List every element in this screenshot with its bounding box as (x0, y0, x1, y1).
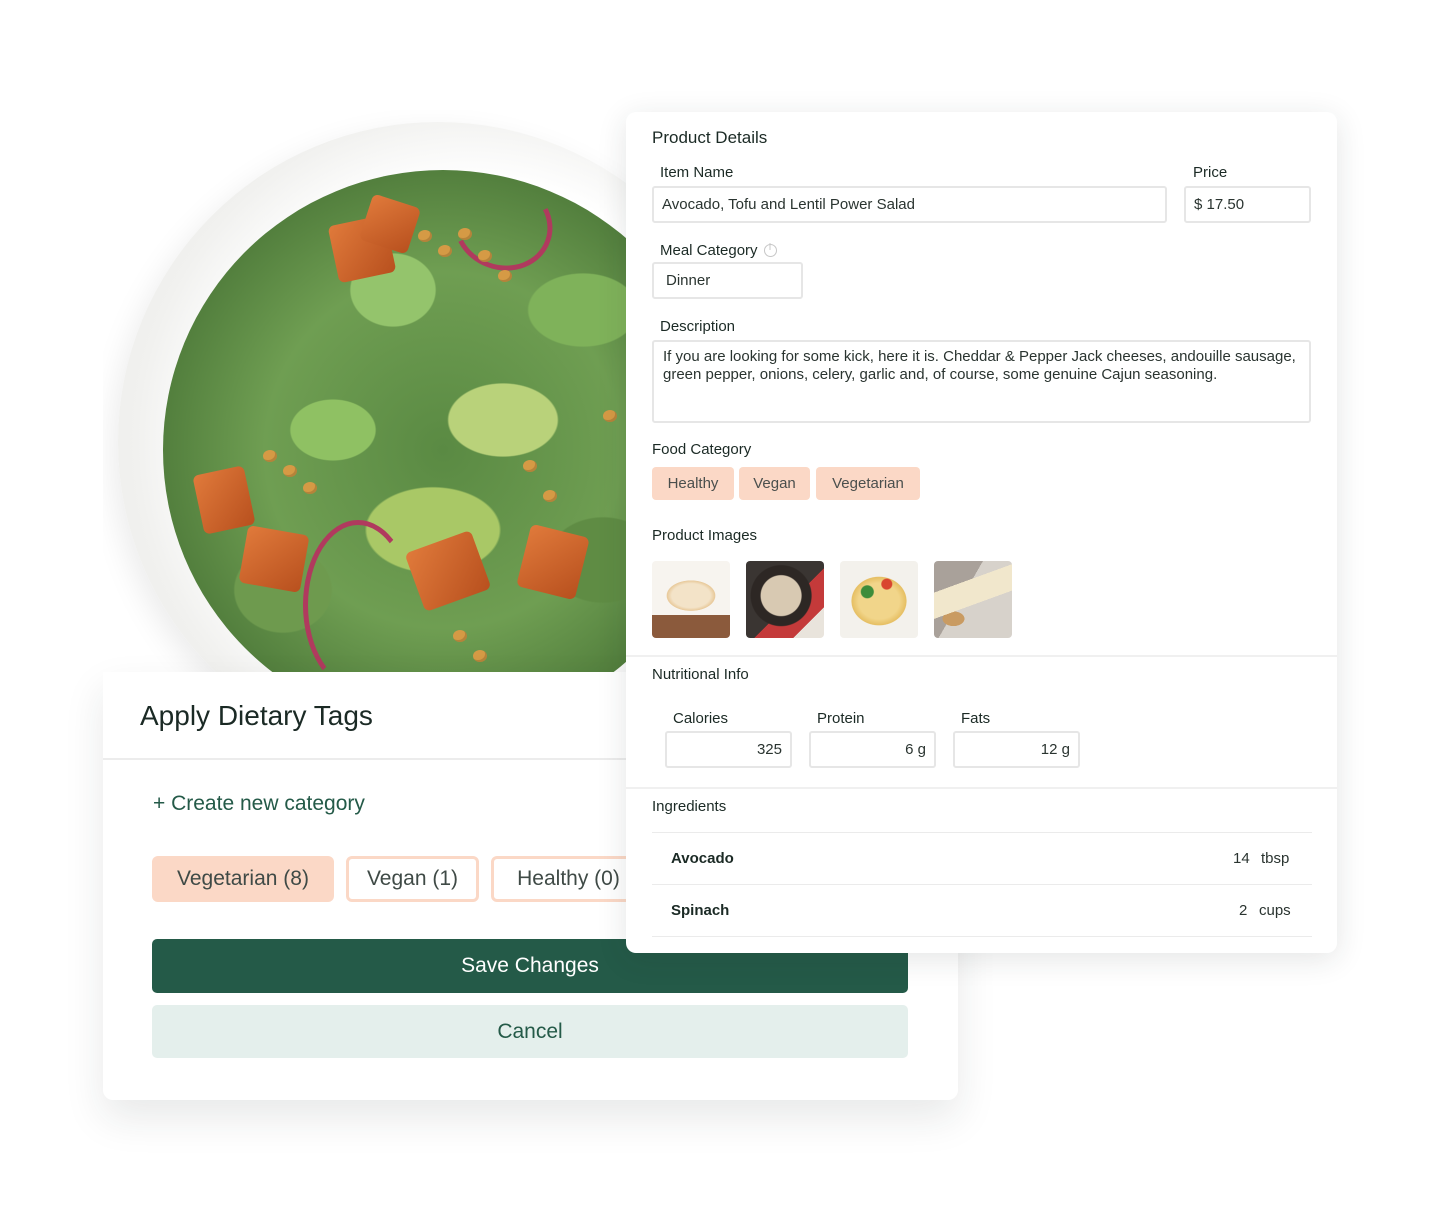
tag-chip-vegetarian[interactable]: Vegetarian (8) (152, 856, 334, 902)
fats-label: Fats (961, 710, 991, 727)
meal-category-label-text: Meal Category (660, 242, 758, 259)
sweet-potato-cube (238, 525, 310, 593)
ingredients-label: Ingredients (652, 798, 727, 815)
protein-label: Protein (817, 710, 865, 727)
cancel-button[interactable]: Cancel (152, 1005, 908, 1058)
food-chip-vegan[interactable]: Vegan (739, 467, 810, 500)
lentil (263, 450, 277, 462)
food-category-label: Food Category (652, 441, 752, 458)
row-divider (652, 936, 1312, 937)
product-details-title: Product Details (652, 128, 768, 147)
product-image-thumb[interactable] (840, 561, 918, 638)
food-chip-healthy[interactable]: Healthy (652, 467, 734, 500)
lentil (603, 410, 617, 422)
row-divider (652, 884, 1312, 885)
lentil (523, 460, 537, 472)
lentil (438, 245, 452, 257)
section-divider (626, 787, 1337, 789)
tag-chip-vegan[interactable]: Vegan (1) (346, 856, 479, 902)
lentil (498, 270, 512, 282)
ingredient-name: Spinach (671, 902, 730, 919)
lentil (418, 230, 432, 242)
lentil (473, 650, 487, 662)
fats-input[interactable]: 12 g (953, 731, 1080, 768)
ingredient-name: Avocado (671, 850, 734, 867)
ingredient-unit: tbsp (1261, 850, 1290, 867)
dietary-tags-title: Apply Dietary Tags (140, 700, 373, 731)
food-chip-vegetarian[interactable]: Vegetarian (816, 467, 920, 500)
product-image-thumb[interactable] (746, 561, 824, 638)
info-icon[interactable] (763, 243, 777, 257)
product-images-label: Product Images (652, 527, 758, 544)
lentil (453, 630, 467, 642)
row-divider (652, 832, 1312, 833)
create-category-link[interactable]: + Create new category (153, 792, 365, 816)
description-label: Description (660, 318, 736, 335)
lentil (543, 490, 557, 502)
product-image-thumb[interactable] (652, 561, 730, 638)
section-divider (626, 655, 1337, 657)
price-label: Price (1193, 164, 1228, 181)
meal-category-label: Meal Category (660, 242, 777, 259)
salad-photo (103, 110, 663, 672)
price-input[interactable]: $ 17.50 (1184, 186, 1311, 223)
nutritional-info-label: Nutritional Info (652, 666, 749, 683)
tag-chip-healthy[interactable]: Healthy (0) (491, 856, 646, 902)
description-textarea[interactable]: If you are looking for some kick, here i… (652, 340, 1311, 423)
product-image-thumb[interactable] (934, 561, 1012, 638)
lentil (478, 250, 492, 262)
product-details-card: Product Details Item Name Avocado, Tofu … (626, 112, 1337, 953)
meal-category-select[interactable]: Dinner (652, 262, 803, 299)
lentil (458, 228, 472, 240)
calories-input[interactable]: 325 (665, 731, 792, 768)
lentil (283, 465, 297, 477)
protein-input[interactable]: 6 g (809, 731, 936, 768)
ingredient-amount[interactable]: 2 (1239, 902, 1247, 919)
item-name-input[interactable]: Avocado, Tofu and Lentil Power Salad (652, 186, 1167, 223)
calories-label: Calories (673, 710, 729, 727)
ingredient-amount[interactable]: 14 (1233, 850, 1250, 867)
ingredient-unit: cups (1259, 902, 1291, 919)
item-name-label: Item Name (660, 164, 734, 181)
lentil (303, 482, 317, 494)
